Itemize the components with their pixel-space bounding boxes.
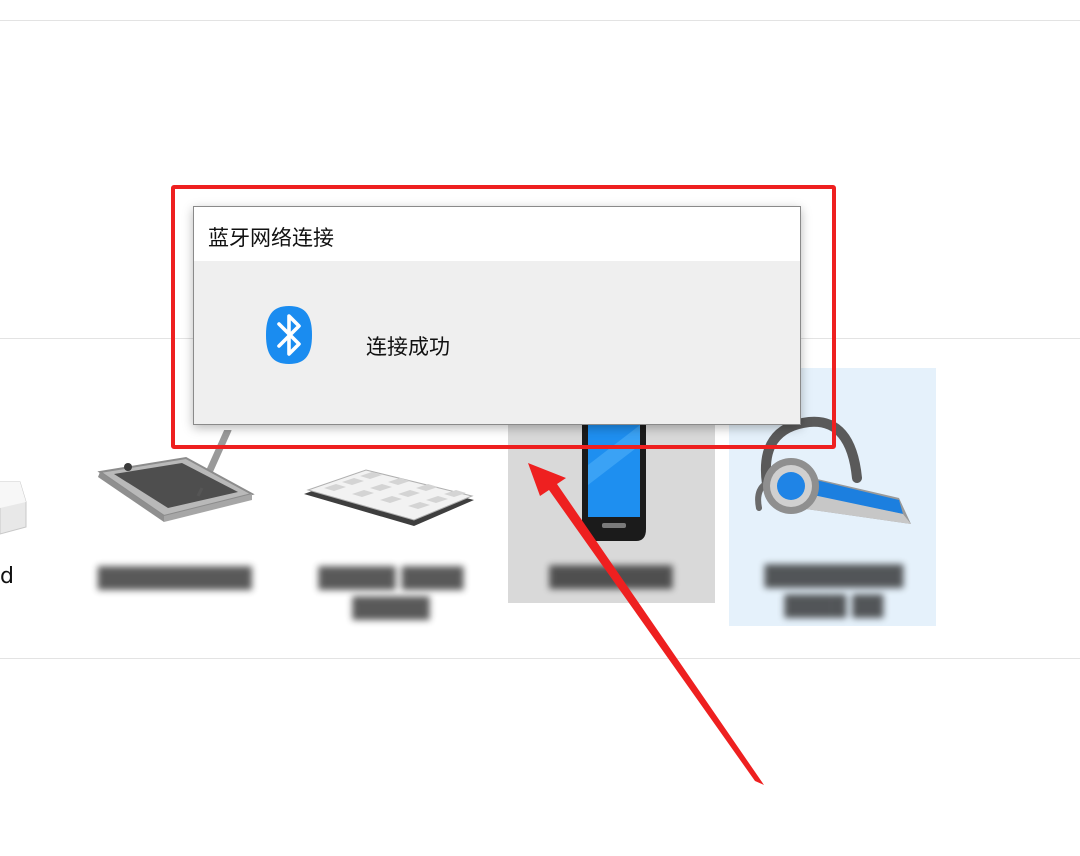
annotation-arrow: [528, 463, 764, 785]
